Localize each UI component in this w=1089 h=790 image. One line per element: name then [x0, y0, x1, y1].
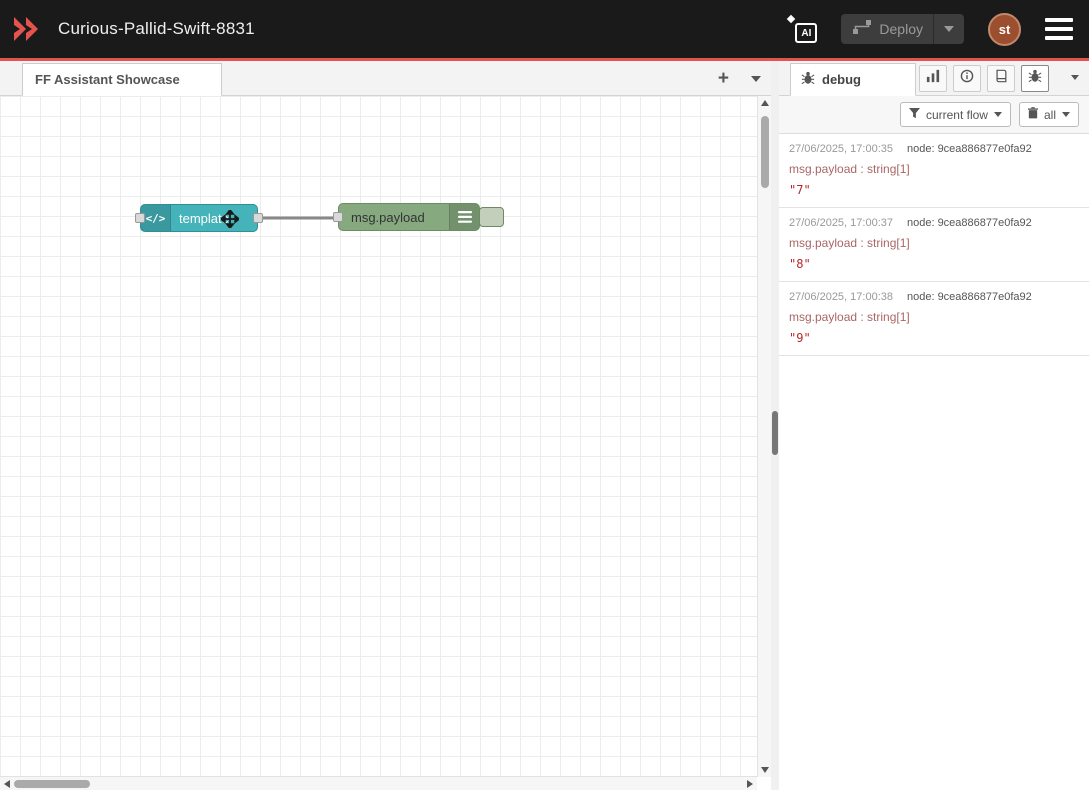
vertical-scrollbar[interactable]: [757, 96, 771, 777]
output-port[interactable]: [253, 213, 263, 223]
bug-icon: [1028, 69, 1042, 88]
bug-icon: [801, 71, 815, 88]
message-meta: 27/06/2025, 17:00:38 node: 9cea886877e0f…: [789, 291, 1079, 303]
message-value: "9": [789, 331, 1079, 345]
scroll-down-icon[interactable]: [761, 767, 769, 773]
sparkle-icon: [787, 15, 795, 23]
deploy-icon: [853, 20, 871, 39]
message-property[interactable]: msg.payload : string[1]: [789, 310, 1079, 324]
sidebar-tabbar: debug: [779, 61, 1089, 96]
node-red-editor: Curious-Pallid-Swift-8831 AI Deploy: [0, 0, 1089, 790]
horizontal-scroll-thumb[interactable]: [14, 780, 90, 788]
node-label: msg.payload: [351, 210, 425, 225]
editor-area: FF Assistant Showcase + </> template: [0, 61, 771, 790]
message-timestamp: 27/06/2025, 17:00:38: [789, 291, 893, 303]
ai-assistant-button[interactable]: AI: [787, 15, 817, 43]
debug-filter-button[interactable]: current flow: [900, 102, 1011, 127]
input-port[interactable]: [333, 212, 343, 222]
debug-tab-label: debug: [822, 72, 861, 87]
scroll-left-icon[interactable]: [4, 780, 10, 788]
message-node-id: node: 9cea886877e0fa92: [907, 143, 1032, 155]
flow-canvas[interactable]: </> template msg.payload: [0, 96, 757, 777]
debug-message[interactable]: 27/06/2025, 17:00:35 node: 9cea886877e0f…: [779, 134, 1089, 208]
wire-layer: [0, 96, 757, 777]
message-node-id: node: 9cea886877e0fa92: [907, 217, 1032, 229]
deploy-label: Deploy: [879, 21, 923, 37]
app-header: Curious-Pallid-Swift-8831 AI Deploy: [0, 0, 1089, 61]
debug-toggle-button[interactable]: [479, 207, 504, 227]
flow-tabbar: FF Assistant Showcase +: [0, 61, 771, 96]
user-avatar[interactable]: st: [988, 13, 1021, 46]
avatar-initials: st: [999, 22, 1011, 37]
flow-tab-label: FF Assistant Showcase: [35, 72, 180, 87]
bar-chart-icon: [926, 69, 940, 88]
debug-list-icon: [449, 204, 479, 230]
message-value: "8": [789, 257, 1079, 271]
message-value: "7": [789, 183, 1079, 197]
flow-list-chevron-icon[interactable]: [751, 76, 761, 82]
chevron-down-icon: [944, 26, 954, 32]
info-icon: [960, 69, 974, 88]
separator-drag-handle[interactable]: [772, 411, 778, 455]
sidebar-tab-charts[interactable]: [919, 65, 947, 92]
message-timestamp: 27/06/2025, 17:00:37: [789, 217, 893, 229]
filter-scope-label: current flow: [926, 108, 988, 122]
vertical-scroll-thumb[interactable]: [761, 116, 769, 188]
code-icon: </>: [141, 205, 171, 231]
filter-icon: [909, 108, 920, 122]
clear-scope-label: all: [1044, 108, 1056, 122]
header-actions: AI Deploy st: [787, 0, 1073, 58]
trash-icon: [1028, 107, 1038, 122]
message-timestamp: 27/06/2025, 17:00:35: [789, 143, 893, 155]
message-property[interactable]: msg.payload : string[1]: [789, 236, 1079, 250]
message-meta: 27/06/2025, 17:00:35 node: 9cea886877e0f…: [789, 143, 1079, 155]
horizontal-scrollbar[interactable]: [0, 776, 757, 790]
right-sidebar: debug: [779, 61, 1089, 790]
tab-debug[interactable]: debug: [790, 63, 916, 96]
instance-title: Curious-Pallid-Swift-8831: [58, 19, 255, 39]
tabbar-actions: +: [718, 61, 761, 96]
message-property[interactable]: msg.payload : string[1]: [789, 162, 1079, 176]
sidebar-tab-help[interactable]: [987, 65, 1015, 92]
main-menu-icon[interactable]: [1045, 18, 1073, 40]
input-port[interactable]: [135, 213, 145, 223]
book-icon: [994, 69, 1008, 88]
debug-message[interactable]: 27/06/2025, 17:00:38 node: 9cea886877e0f…: [779, 282, 1089, 356]
sidebar-separator[interactable]: [771, 61, 779, 790]
deploy-options-button[interactable]: [934, 26, 964, 32]
ai-label: AI: [795, 23, 817, 43]
sidebar-menu-chevron-icon[interactable]: [1071, 75, 1079, 80]
chevron-down-icon: [1062, 112, 1070, 117]
sidebar-tab-debug-icon[interactable]: [1021, 65, 1049, 92]
node-debug[interactable]: msg.payload: [338, 203, 480, 231]
debug-message[interactable]: 27/06/2025, 17:00:37 node: 9cea886877e0f…: [779, 208, 1089, 282]
node-template[interactable]: </> template: [140, 204, 258, 232]
add-flow-button[interactable]: +: [718, 69, 729, 88]
flowfuse-logo-icon[interactable]: [12, 15, 46, 43]
debug-filter-bar: current flow all: [779, 96, 1089, 134]
scroll-right-icon[interactable]: [747, 780, 753, 788]
sidebar-icon-tabs: [919, 61, 1049, 96]
message-node-id: node: 9cea886877e0fa92: [907, 291, 1032, 303]
debug-clear-button[interactable]: all: [1019, 102, 1079, 127]
scroll-up-icon[interactable]: [761, 100, 769, 106]
tab-ff-assistant-showcase[interactable]: FF Assistant Showcase: [22, 63, 222, 96]
deploy-button[interactable]: Deploy: [841, 14, 964, 44]
debug-message-list: 27/06/2025, 17:00:35 node: 9cea886877e0f…: [779, 134, 1089, 356]
sidebar-tab-info[interactable]: [953, 65, 981, 92]
chevron-down-icon: [994, 112, 1002, 117]
move-cursor-icon: [221, 210, 239, 228]
code-glyph: </>: [146, 212, 166, 225]
message-meta: 27/06/2025, 17:00:37 node: 9cea886877e0f…: [789, 217, 1079, 229]
